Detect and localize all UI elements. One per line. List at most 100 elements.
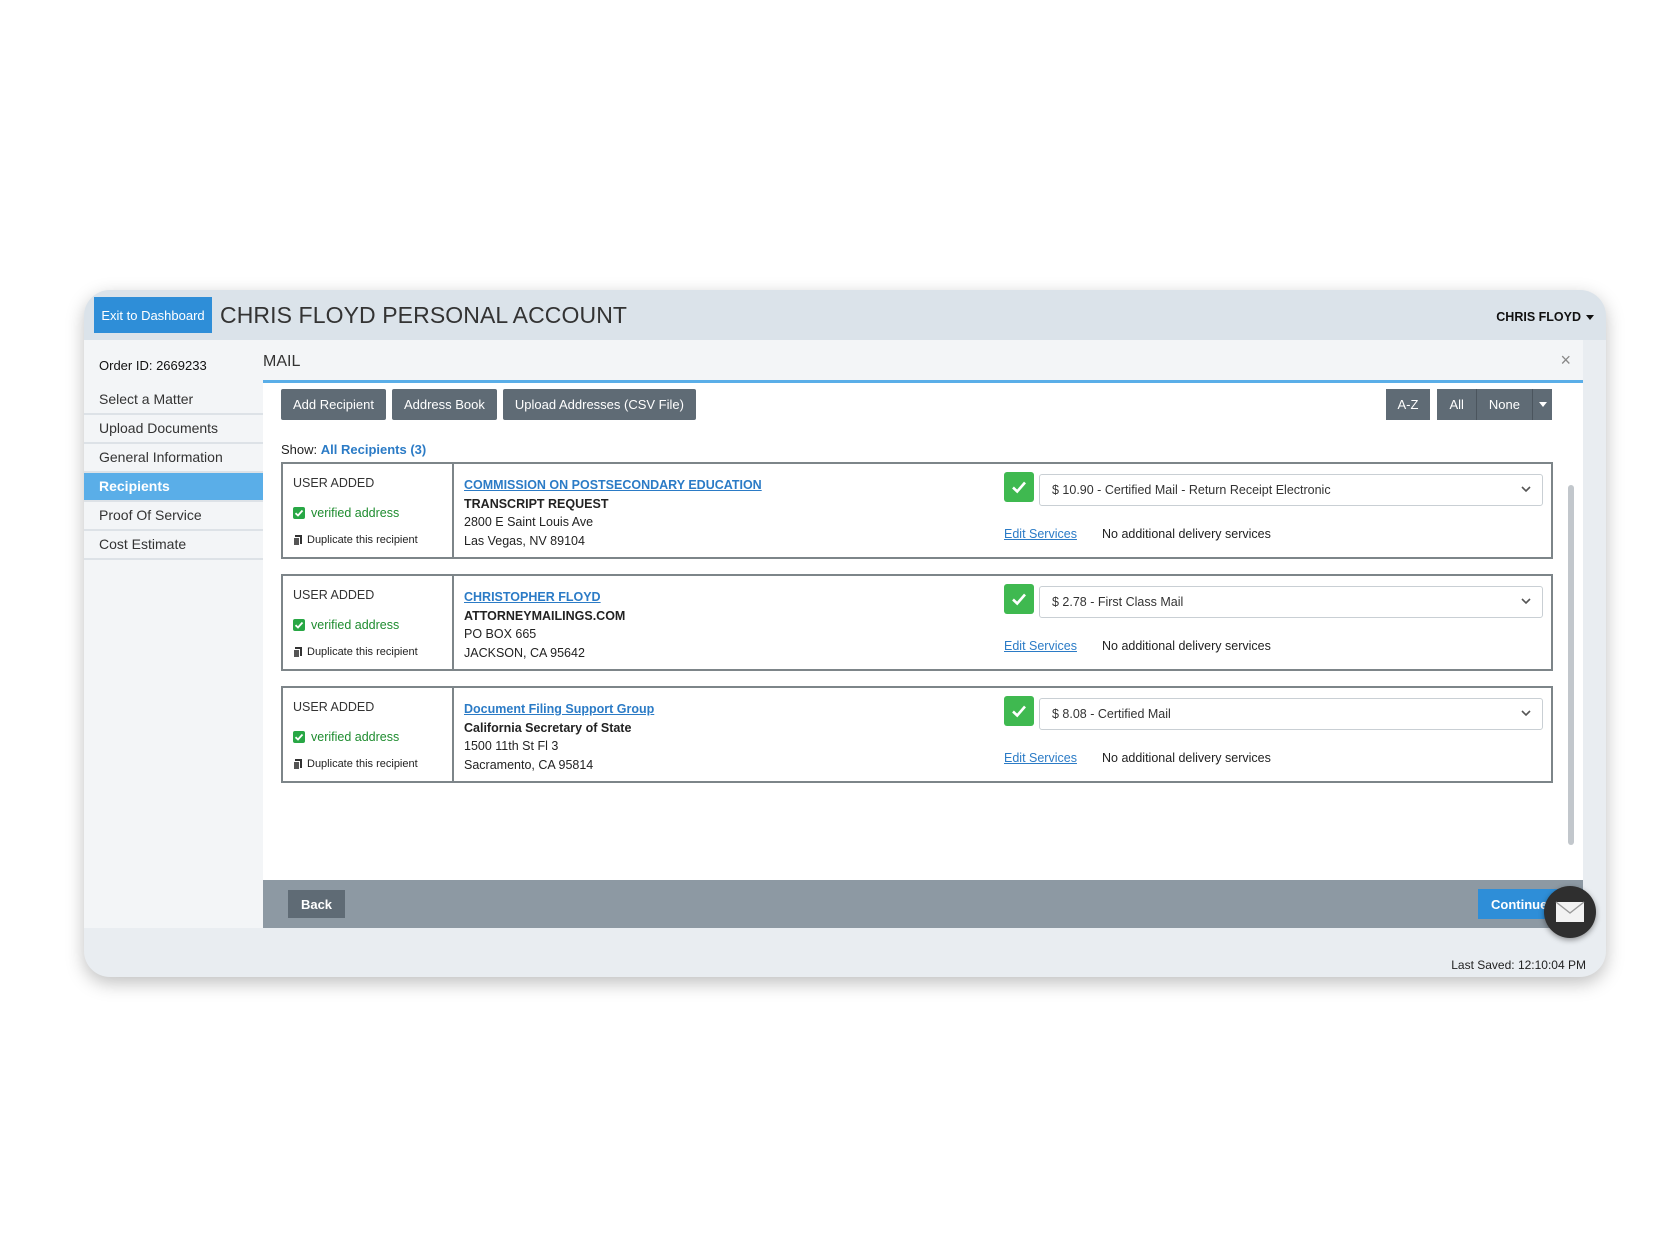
recipient-org: ATTORNEYMAILINGS.COM — [464, 608, 626, 623]
mail-service-select[interactable]: $ 2.78 - First Class Mail — [1039, 586, 1543, 618]
app-window: Exit to Dashboard CHRIS FLOYD PERSONAL A… — [84, 290, 1606, 977]
sidebar-item-cost-estimate[interactable]: Cost Estimate — [84, 531, 263, 560]
service-selected-check[interactable] — [1004, 472, 1034, 502]
user-menu[interactable]: CHRIS FLOYD — [1496, 310, 1594, 324]
duplicate-label: Duplicate this recipient — [307, 646, 418, 658]
recipient-card: USER ADDED verified address Duplicate th… — [281, 574, 1553, 671]
address-book-button[interactable]: Address Book — [391, 389, 497, 420]
recipient-street: 2800 E Saint Louis Ave — [464, 515, 594, 529]
verified-label: verified address — [311, 506, 400, 520]
verified-label: verified address — [311, 618, 400, 632]
delivery-services-status: No additional delivery services — [1102, 639, 1271, 653]
top-bar: Exit to Dashboard CHRIS FLOYD PERSONAL A… — [84, 290, 1606, 340]
recipient-source: USER ADDED — [293, 588, 375, 602]
sidebar-item-upload-documents[interactable]: Upload Documents — [84, 415, 263, 444]
check-icon — [1012, 593, 1026, 606]
chevron-down-icon — [1521, 486, 1531, 493]
scrollbar[interactable] — [1568, 385, 1575, 875]
recipient-city: Sacramento, CA 95814 — [464, 757, 594, 772]
order-id: Order ID: 2669233 — [99, 358, 207, 373]
caret-down-icon — [1586, 314, 1594, 320]
caret-down-icon — [1538, 402, 1547, 407]
duplicate-label: Duplicate this recipient — [307, 758, 418, 770]
recipient-address: COMMISSION ON POSTSECONDARY EDUCATION TR… — [464, 476, 762, 550]
wizard-footer: Back Continue — [263, 880, 1583, 928]
duplicate-recipient-link[interactable]: Duplicate this recipient — [293, 534, 418, 546]
selected-service: $ 2.78 - First Class Mail — [1052, 595, 1184, 609]
recipient-address: CHRISTOPHER FLOYD ATTORNEYMAILINGS.COM P… — [464, 588, 625, 662]
copy-icon — [293, 534, 302, 546]
recipient-city: JACKSON, CA 95642 — [464, 645, 585, 660]
recipient-source: USER ADDED — [293, 700, 375, 714]
back-button[interactable]: Back — [288, 890, 345, 918]
recipient-card: USER ADDED verified address Duplicate th… — [281, 462, 1553, 559]
recipient-name-link[interactable]: CHRISTOPHER FLOYD — [464, 588, 625, 607]
duplicate-recipient-link[interactable]: Duplicate this recipient — [293, 758, 418, 770]
sidebar: Order ID: 2669233 Select a Matter Upload… — [84, 340, 263, 928]
edit-services-link[interactable]: Edit Services — [1004, 751, 1077, 765]
checkbox-icon — [293, 507, 305, 519]
recipient-card: USER ADDED verified address Duplicate th… — [281, 686, 1553, 783]
recipient-org: TRANSCRIPT REQUEST — [464, 496, 609, 511]
recipient-name-link[interactable]: COMMISSION ON POSTSECONDARY EDUCATION — [464, 476, 762, 495]
sidebar-item-select-matter[interactable]: Select a Matter — [84, 386, 263, 415]
chevron-down-icon — [1521, 598, 1531, 605]
mail-service-select[interactable]: $ 8.08 - Certified Mail — [1039, 698, 1543, 730]
checkbox-icon — [293, 619, 305, 631]
service-selected-check[interactable] — [1004, 584, 1034, 614]
verified-address: verified address — [293, 730, 399, 744]
mail-service-select[interactable]: $ 10.90 - Certified Mail - Return Receip… — [1039, 474, 1543, 506]
duplicate-label: Duplicate this recipient — [307, 534, 418, 546]
scrollbar-thumb[interactable] — [1568, 485, 1574, 845]
verified-label: verified address — [311, 730, 400, 744]
mail-header: MAIL × — [263, 340, 1583, 383]
edit-services-link[interactable]: Edit Services — [1004, 639, 1077, 653]
chevron-down-icon — [1521, 710, 1531, 717]
check-icon — [1012, 481, 1026, 494]
user-name: CHRIS FLOYD — [1496, 310, 1581, 324]
verified-address: verified address — [293, 506, 399, 520]
verified-address: verified address — [293, 618, 399, 632]
add-recipient-button[interactable]: Add Recipient — [281, 389, 386, 420]
recipient-org: California Secretary of State — [464, 720, 632, 735]
select-none-button[interactable]: None — [1475, 389, 1532, 420]
sidebar-item-recipients[interactable]: Recipients — [84, 473, 263, 502]
close-icon[interactable]: × — [1560, 350, 1571, 371]
sidebar-item-proof-of-service[interactable]: Proof Of Service — [84, 502, 263, 531]
copy-icon — [293, 758, 302, 770]
show-filter-link[interactable]: All Recipients (3) — [321, 442, 426, 457]
mail-chat-button[interactable] — [1544, 886, 1596, 938]
account-title: CHRIS FLOYD PERSONAL ACCOUNT — [220, 302, 628, 328]
recipient-street: PO BOX 665 — [464, 627, 537, 641]
recipient-source: USER ADDED — [293, 476, 375, 490]
recipient-street: 1500 11th St Fl 3 — [464, 739, 559, 753]
recipient-meta: USER ADDED verified address Duplicate th… — [283, 576, 454, 669]
check-icon — [1012, 705, 1026, 718]
select-all-button[interactable]: All — [1437, 389, 1476, 420]
page-title: MAIL — [263, 353, 301, 370]
delivery-services-status: No additional delivery services — [1102, 527, 1271, 541]
sidebar-item-general-information[interactable]: General Information — [84, 444, 263, 473]
edit-services-link[interactable]: Edit Services — [1004, 527, 1077, 541]
show-label: Show: — [281, 442, 318, 457]
checkbox-icon — [293, 731, 305, 743]
exit-to-dashboard-button[interactable]: Exit to Dashboard — [94, 297, 212, 333]
service-selected-check[interactable] — [1004, 696, 1034, 726]
sort-az-button[interactable]: A-Z — [1385, 389, 1431, 420]
delivery-services-status: No additional delivery services — [1102, 751, 1271, 765]
upload-addresses-button[interactable]: Upload Addresses (CSV File) — [502, 389, 696, 420]
recipient-meta: USER ADDED verified address Duplicate th… — [283, 688, 454, 781]
selected-service: $ 10.90 - Certified Mail - Return Receip… — [1052, 483, 1331, 497]
duplicate-recipient-link[interactable]: Duplicate this recipient — [293, 646, 418, 658]
selection-dropdown-toggle[interactable] — [1532, 389, 1552, 420]
main-panel: MAIL × Add Recipient Address Book Upload… — [263, 340, 1583, 928]
selection-controls: A-Z All None — [1385, 389, 1552, 420]
recipient-city: Las Vegas, NV 89104 — [464, 533, 585, 548]
recipient-meta: USER ADDED verified address Duplicate th… — [283, 464, 454, 557]
selected-service: $ 8.08 - Certified Mail — [1052, 707, 1171, 721]
recipient-address: Document Filing Support Group California… — [464, 700, 654, 774]
show-filter: Show: All Recipients (3) — [281, 442, 426, 457]
sidebar-nav: Select a Matter Upload Documents General… — [84, 386, 263, 560]
copy-icon — [293, 646, 302, 658]
recipient-name-link[interactable]: Document Filing Support Group — [464, 700, 654, 719]
